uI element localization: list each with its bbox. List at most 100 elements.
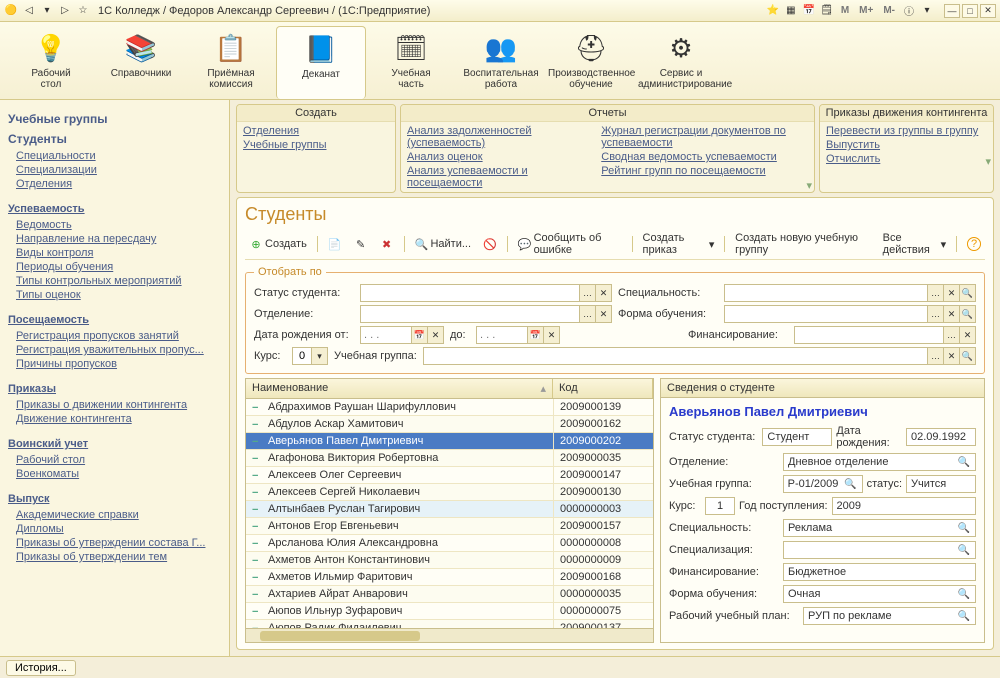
- panel-link[interactable]: Сводная ведомость успеваемости: [601, 150, 808, 164]
- toolbar-Учебная[interactable]: 🗓Учебнаячасть: [366, 26, 456, 99]
- spec-clear-icon[interactable]: ✕: [943, 285, 959, 301]
- panel-link[interactable]: Анализ оценок: [407, 150, 571, 164]
- grid-icon[interactable]: ▦: [784, 4, 798, 18]
- panel-reports-more-icon[interactable]: ▾: [806, 179, 812, 192]
- toolbar-Производственное[interactable]: ⛑Производственноеобучение: [546, 26, 636, 99]
- create-button[interactable]: ⊕Создать: [245, 236, 311, 252]
- sidebar-item[interactable]: Академические справки: [8, 508, 221, 522]
- form-input[interactable]: [725, 306, 927, 322]
- create-order-button[interactable]: Создать приказ ▾: [639, 231, 719, 257]
- d-group-field[interactable]: Р-01/2009🔍: [783, 475, 863, 493]
- d-fin-field[interactable]: Бюджетное: [783, 563, 976, 581]
- mag-icon[interactable]: 🔍: [957, 457, 971, 468]
- create-group-button[interactable]: Создать новую учебную группу: [731, 231, 870, 257]
- sidebar-item[interactable]: Ведомость: [8, 218, 221, 232]
- sidebar-section-header[interactable]: Посещаемость: [8, 314, 221, 326]
- sidebar-item[interactable]: Периоды обучения: [8, 260, 221, 274]
- toolbar-Воспитательная[interactable]: 👥Воспитательнаяработа: [456, 26, 546, 99]
- panel-orders-more-icon[interactable]: ▾: [985, 155, 991, 168]
- all-actions-button[interactable]: Все действия ▾: [879, 231, 951, 257]
- mag-icon[interactable]: 🔍: [957, 611, 971, 622]
- status-dots-icon[interactable]: …: [579, 285, 595, 301]
- grid-col-code[interactable]: Код: [553, 379, 653, 398]
- history-button[interactable]: История...: [6, 660, 76, 676]
- sidebar-item[interactable]: Военкоматы: [8, 467, 221, 481]
- spec-mag-icon[interactable]: 🔍: [959, 285, 975, 301]
- sidebar-item[interactable]: Движение контингента: [8, 412, 221, 426]
- sidebar-item[interactable]: Приказы о движении контингента: [8, 398, 221, 412]
- copy-button[interactable]: 📄: [324, 236, 346, 252]
- panel-link[interactable]: Отчислить: [826, 152, 987, 166]
- sidebar-item[interactable]: Приказы об утверждении тем: [8, 550, 221, 564]
- status-clear-icon[interactable]: ✕: [595, 285, 611, 301]
- group-dots-icon[interactable]: …: [927, 348, 943, 364]
- sidebar-item[interactable]: Регистрация пропусков занятий: [8, 329, 221, 343]
- dept-input[interactable]: [361, 306, 579, 322]
- grid-col-name[interactable]: Наименование ▴: [246, 379, 553, 398]
- favorite-icon[interactable]: ☆: [76, 4, 90, 18]
- nav-fwd-icon[interactable]: ▷: [58, 4, 72, 18]
- table-row[interactable]: Алексеев Олег Сергеевич2009000147: [246, 467, 653, 484]
- sidebar-item[interactable]: Рабочий стол: [8, 453, 221, 467]
- spec-dots-icon[interactable]: …: [927, 285, 943, 301]
- d-dob-field[interactable]: 02.09.1992: [906, 428, 976, 446]
- d-course-field[interactable]: 1: [705, 497, 735, 515]
- dobfrom-cal-icon[interactable]: 📅: [411, 327, 427, 343]
- sidebar-item[interactable]: Специализации: [8, 163, 221, 177]
- sidebar-item[interactable]: Специальности: [8, 149, 221, 163]
- maximize-button[interactable]: □: [962, 4, 978, 18]
- dobto-cal-icon[interactable]: 📅: [527, 327, 543, 343]
- calendar-icon[interactable]: 📅: [802, 4, 816, 18]
- group-clear-icon[interactable]: ✕: [943, 348, 959, 364]
- d-form-field[interactable]: Очная🔍: [783, 585, 976, 603]
- status-input[interactable]: [361, 285, 579, 301]
- sidebar-section-header[interactable]: Приказы: [8, 383, 221, 395]
- help-button[interactable]: ?: [963, 236, 985, 252]
- dept-clear-icon[interactable]: ✕: [595, 306, 611, 322]
- panel-link[interactable]: Рейтинг групп по посещаемости: [601, 164, 808, 178]
- course-input[interactable]: [293, 348, 311, 364]
- sidebar-item[interactable]: Направление на пересдачу: [8, 232, 221, 246]
- fin-clear-icon[interactable]: ✕: [959, 327, 975, 343]
- sidebar-students-header[interactable]: Студенты: [8, 132, 221, 146]
- report-bug-button[interactable]: 💬Сообщить об ошибке: [514, 231, 626, 257]
- nav-dropdown-icon[interactable]: ▾: [40, 4, 54, 18]
- panel-link[interactable]: Отделения: [243, 124, 327, 138]
- form-clear-icon[interactable]: ✕: [943, 306, 959, 322]
- close-button[interactable]: ✕: [980, 4, 996, 18]
- d-year-field[interactable]: 2009: [832, 497, 976, 515]
- fin-input[interactable]: [795, 327, 943, 343]
- minimize-button[interactable]: —: [944, 4, 960, 18]
- course-spin-icon[interactable]: ▾: [311, 348, 327, 364]
- table-row[interactable]: Алексеев Сергей Николаевич2009000130: [246, 484, 653, 501]
- panel-link[interactable]: Журнал регистрации документов по успевае…: [601, 124, 808, 150]
- sidebar-section-header[interactable]: Успеваемость: [8, 203, 221, 215]
- sidebar-item[interactable]: Отделения: [8, 177, 221, 191]
- sidebar-item[interactable]: Дипломы: [8, 522, 221, 536]
- panel-link[interactable]: Анализ успеваемости и посещаемости: [407, 164, 571, 190]
- panel-link[interactable]: Перевести из группы в группу: [826, 124, 987, 138]
- table-row[interactable]: Ахметов Ильмир Фаритович2009000168: [246, 569, 653, 586]
- toolbar-Сервис и[interactable]: ⚙Сервис иадминистрирование: [636, 26, 726, 99]
- sidebar-item[interactable]: Приказы об утверждении состава Г...: [8, 536, 221, 550]
- dobto-input[interactable]: [477, 327, 527, 343]
- sidebar-section-header[interactable]: Воинский учет: [8, 438, 221, 450]
- toolbar-Приёмная[interactable]: 📋Приёмнаякомиссия: [186, 26, 276, 99]
- info-icon[interactable]: ⓘ: [902, 4, 916, 18]
- table-row[interactable]: Алтынбаев Руслан Тагирович0000000003: [246, 501, 653, 518]
- spec-input[interactable]: [725, 285, 927, 301]
- table-row[interactable]: Ахтариев Айрат Анварович0000000035: [246, 586, 653, 603]
- table-row[interactable]: Аверьянов Павел Дмитриевич2009000202: [246, 433, 653, 450]
- star-fav-icon[interactable]: ⭐: [766, 4, 780, 18]
- info-dropdown-icon[interactable]: ▾: [920, 4, 934, 18]
- fin-dots-icon[interactable]: …: [943, 327, 959, 343]
- table-row[interactable]: Абдулов Аскар Хамитович2009000162: [246, 416, 653, 433]
- sidebar-groups-header[interactable]: Учебные группы: [8, 112, 221, 126]
- nav-back-icon[interactable]: ◁: [22, 4, 36, 18]
- table-row[interactable]: Ахметов Антон Константинович0000000009: [246, 552, 653, 569]
- find-button[interactable]: 🔍Найти...: [410, 236, 475, 252]
- d-gstat-field[interactable]: Учится: [906, 475, 976, 493]
- sidebar-item[interactable]: Регистрация уважительных пропус...: [8, 343, 221, 357]
- dobto-clear-icon[interactable]: ✕: [543, 327, 559, 343]
- panel-link[interactable]: Учебные группы: [243, 138, 327, 152]
